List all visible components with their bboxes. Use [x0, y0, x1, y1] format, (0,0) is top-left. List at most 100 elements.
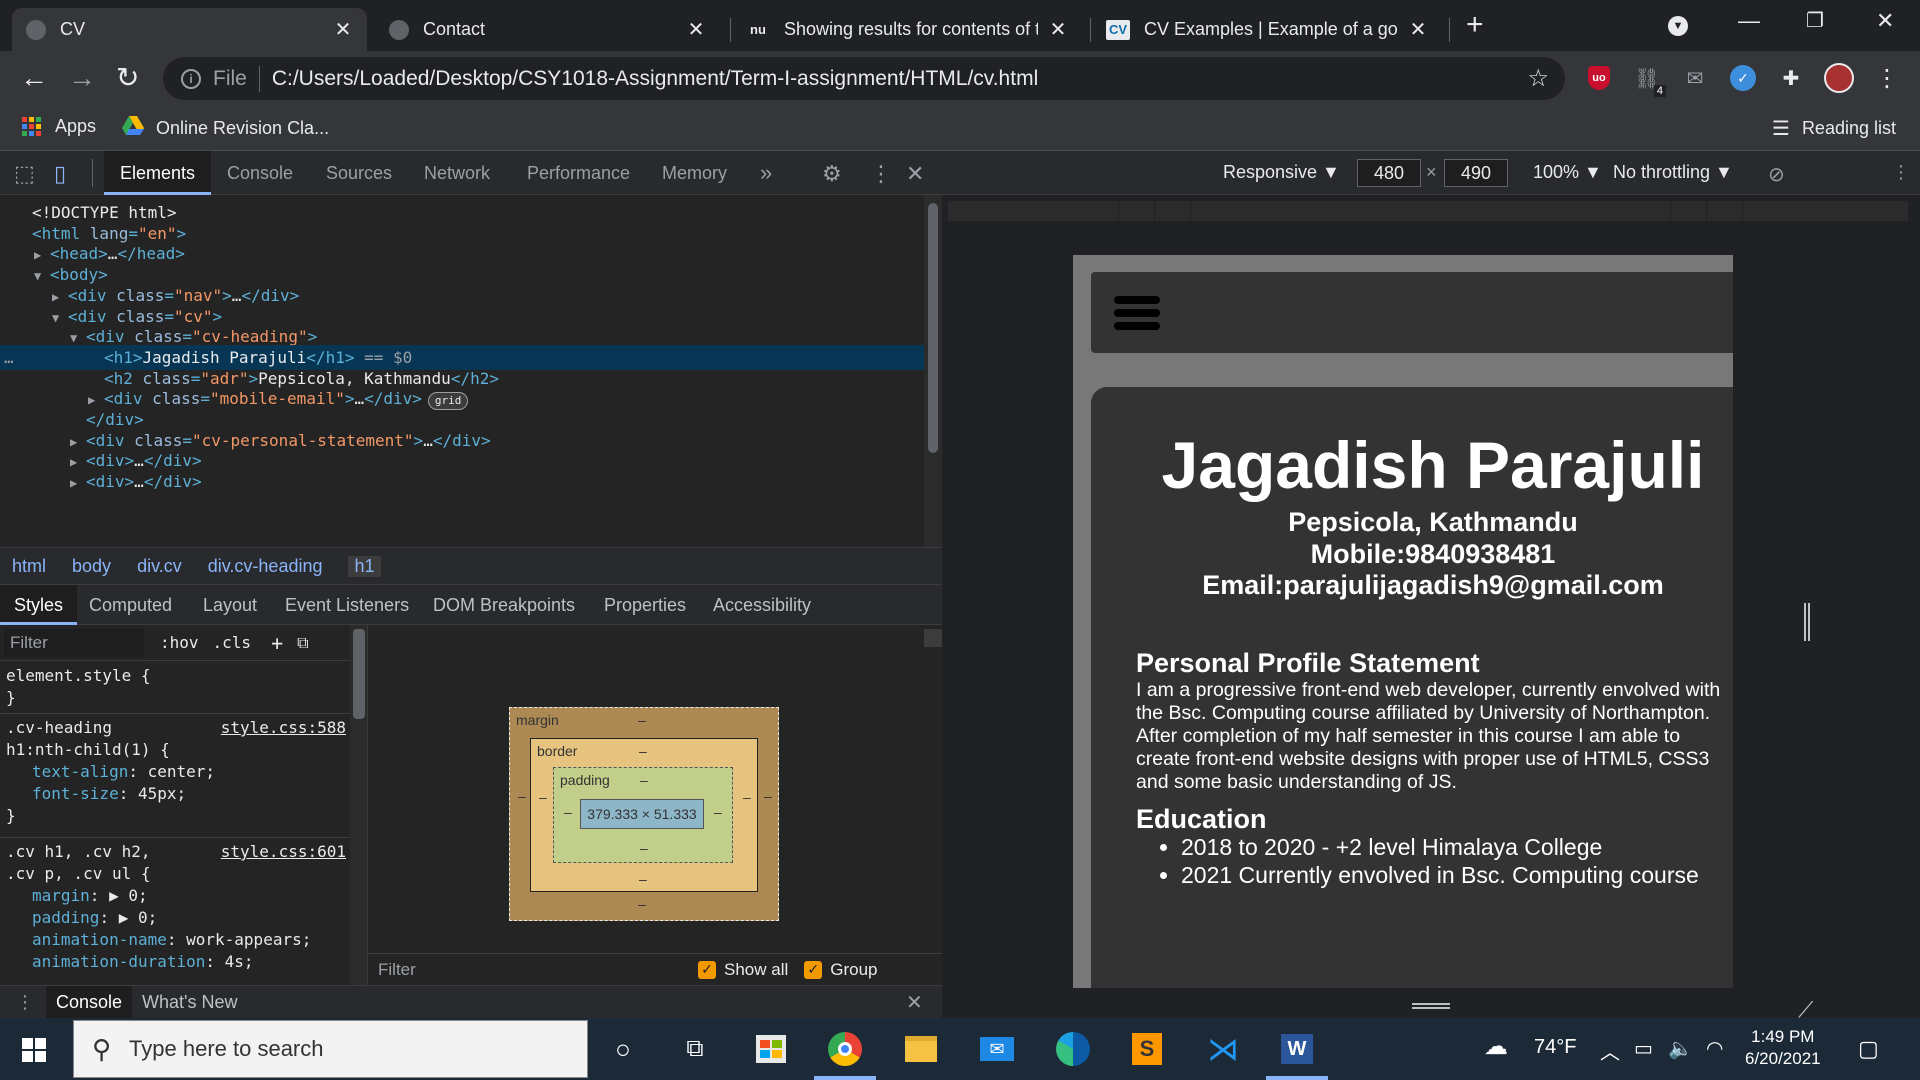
tab-styles[interactable]: Styles	[0, 585, 78, 625]
dom-node[interactable]: ▶ <div>…</div>	[0, 469, 202, 494]
tab-network[interactable]: Network	[424, 151, 490, 195]
link-extension-icon[interactable]: ⛓ 4	[1632, 63, 1666, 97]
style-source-link[interactable]: style.css:601	[221, 841, 346, 863]
address-bar[interactable]: i File C:/Users/Loaded/Desktop/CSY1018-A…	[163, 57, 1565, 100]
inspect-element-icon[interactable]: ⬚	[14, 161, 35, 187]
computed-filter-input[interactable]: Filter	[378, 960, 698, 980]
viewport-resize-handle-bottom[interactable]	[1412, 1003, 1450, 1009]
back-icon[interactable]: ←	[20, 61, 48, 95]
minimize-icon[interactable]: —	[1738, 8, 1760, 34]
drop-extension-icon[interactable]: ✓	[1728, 63, 1758, 93]
tab-sources[interactable]: Sources	[326, 151, 392, 195]
show-hidden-icons-chevron-icon[interactable]: ︿	[1600, 1036, 1620, 1065]
system-clock[interactable]: 1:49 PM 6/20/2021	[1745, 1026, 1821, 1070]
avatar[interactable]	[1824, 63, 1854, 93]
cortana-icon[interactable]: ○	[604, 1030, 642, 1068]
tab-performance[interactable]: Performance	[527, 151, 630, 195]
new-tab-button[interactable]: +	[1466, 10, 1484, 40]
class-toggle[interactable]: .cls	[213, 633, 252, 652]
css-property[interactable]: font-size: 45px;	[6, 783, 346, 805]
group-checkbox[interactable]: ✓	[804, 960, 823, 979]
tab-layout[interactable]: Layout	[203, 585, 257, 625]
tab-accessibility[interactable]: Accessibility	[713, 585, 811, 625]
viewport-resize-handle-right[interactable]	[1804, 603, 1810, 641]
browser-menu-icon[interactable]: ⋮	[1872, 63, 1902, 93]
close-tab-icon[interactable]: ✕	[1408, 17, 1428, 42]
info-icon[interactable]: i	[181, 68, 201, 89]
page-viewport[interactable]: Jagadish Parajuli Pepsicola, Kathmandu M…	[1073, 255, 1733, 988]
dom-tree[interactable]: <!DOCTYPE html> <html lang="en"> ▶ <head>…<…	[0, 195, 924, 547]
forward-icon[interactable]: →	[68, 61, 96, 95]
vscode-icon[interactable]: ⋊	[1204, 1030, 1242, 1068]
toggle-sidebar-icon[interactable]: ⧉	[297, 633, 308, 653]
file-explorer-icon[interactable]	[902, 1030, 940, 1068]
tab-console[interactable]: Console	[227, 151, 293, 195]
tab-search-results[interactable]: nu Showing results for contents of t ✕	[732, 8, 1082, 51]
device-select[interactable]: Responsive ▼	[1223, 162, 1340, 183]
windows-start-icon[interactable]	[22, 1038, 46, 1062]
tab-cv-examples[interactable]: CV CV Examples | Example of a gooc ✕	[1092, 8, 1442, 51]
device-toggle-icon[interactable]: ▯	[54, 161, 66, 187]
breadcrumb-html[interactable]: html	[12, 556, 46, 577]
tab-cv[interactable]: CV ✕	[12, 8, 367, 51]
tab-search-icon[interactable]: ▼	[1668, 16, 1688, 36]
devtools-menu-icon[interactable]: ⋮	[870, 161, 892, 187]
reading-list-button[interactable]: ☰ Reading list	[1772, 116, 1896, 141]
mail-icon[interactable]: ✉	[1680, 63, 1710, 93]
task-view-icon[interactable]: ⧉	[676, 1030, 714, 1068]
close-devtools-icon[interactable]: ✕	[906, 161, 924, 187]
dom-tree-scrollbar[interactable]	[924, 195, 942, 547]
ublock-icon[interactable]: uo	[1584, 63, 1614, 93]
viewport-height-input[interactable]: 490	[1444, 159, 1508, 187]
new-rule-icon[interactable]: +	[271, 631, 283, 655]
box-model-content[interactable]: 379.333 × 51.333	[580, 799, 704, 829]
rotate-icon[interactable]: ⊘	[1768, 162, 1785, 187]
close-tab-icon[interactable]: ✕	[686, 17, 706, 42]
hover-state-toggle[interactable]: :hov	[160, 633, 199, 652]
tab-properties[interactable]: Properties	[604, 585, 686, 625]
taskbar-search-input[interactable]: ⚲ Type here to search	[73, 1020, 588, 1078]
show-all-checkbox[interactable]: ✓	[698, 960, 716, 979]
volume-icon[interactable]: 🔈	[1668, 1036, 1693, 1061]
styles-scrollbar[interactable]	[350, 625, 367, 985]
bookmark-apps[interactable]: Apps	[22, 116, 96, 137]
drawer-tab-whats-new[interactable]: What's New	[132, 986, 247, 1019]
tab-contact[interactable]: Contact ✕	[375, 8, 720, 51]
breadcrumb-body[interactable]: body	[72, 556, 111, 577]
box-model-padding[interactable]: padding – – – – 379.333 × 51.333	[553, 767, 733, 863]
weather-icon[interactable]: ☁	[1484, 1032, 1508, 1061]
css-property[interactable]: animation-duration: 4s;	[6, 951, 346, 973]
more-tabs-icon[interactable]: »	[760, 151, 772, 195]
media-query-ruler[interactable]	[948, 201, 1908, 221]
tab-dom-breakpoints[interactable]: DOM Breakpoints	[433, 585, 575, 625]
drawer-tab-console[interactable]: Console	[46, 985, 133, 1019]
box-model-margin[interactable]: margin – – – – border – – – – padding – …	[509, 707, 779, 921]
reload-icon[interactable]: ↻	[116, 61, 139, 95]
breadcrumb-div-cv-heading[interactable]: div.cv-heading	[208, 556, 323, 577]
tab-elements[interactable]: Elements	[104, 151, 212, 195]
css-property[interactable]: margin: ▶ 0;	[6, 885, 346, 907]
close-tab-icon[interactable]: ✕	[333, 17, 353, 42]
css-property[interactable]: padding: ▶ 0;	[6, 907, 346, 929]
box-model-border[interactable]: border – – – – padding – – – – 379.333 ×…	[530, 738, 758, 892]
chrome-icon[interactable]	[826, 1030, 864, 1068]
edge-icon[interactable]	[1054, 1030, 1092, 1068]
battery-icon[interactable]: ▭	[1634, 1036, 1653, 1061]
viewport-width-input[interactable]: 480	[1357, 159, 1421, 187]
zoom-select[interactable]: 100% ▼	[1533, 162, 1602, 183]
style-source-link[interactable]: style.css:588	[221, 717, 346, 739]
breadcrumb-h1[interactable]: h1	[348, 555, 381, 577]
throttling-select[interactable]: No throttling ▼	[1613, 162, 1733, 183]
close-drawer-icon[interactable]: ✕	[906, 990, 923, 1015]
close-tab-icon[interactable]: ✕	[1048, 17, 1068, 42]
store-icon[interactable]	[752, 1030, 790, 1068]
device-menu-icon[interactable]: ⋮	[1892, 162, 1910, 183]
bookmark-online-revision[interactable]: Online Revision Cla...	[122, 116, 329, 141]
extensions-puzzle-icon[interactable]: ✚	[1776, 63, 1806, 93]
url-text[interactable]: C:/Users/Loaded/Desktop/CSY1018-Assignme…	[272, 67, 1038, 91]
notifications-icon[interactable]: ▢	[1858, 1036, 1879, 1062]
hamburger-menu-icon[interactable]	[1114, 296, 1160, 330]
restore-icon[interactable]: ❐	[1806, 8, 1824, 33]
sublime-text-icon[interactable]: S	[1128, 1030, 1166, 1068]
css-property[interactable]: text-align: center;	[6, 761, 346, 783]
